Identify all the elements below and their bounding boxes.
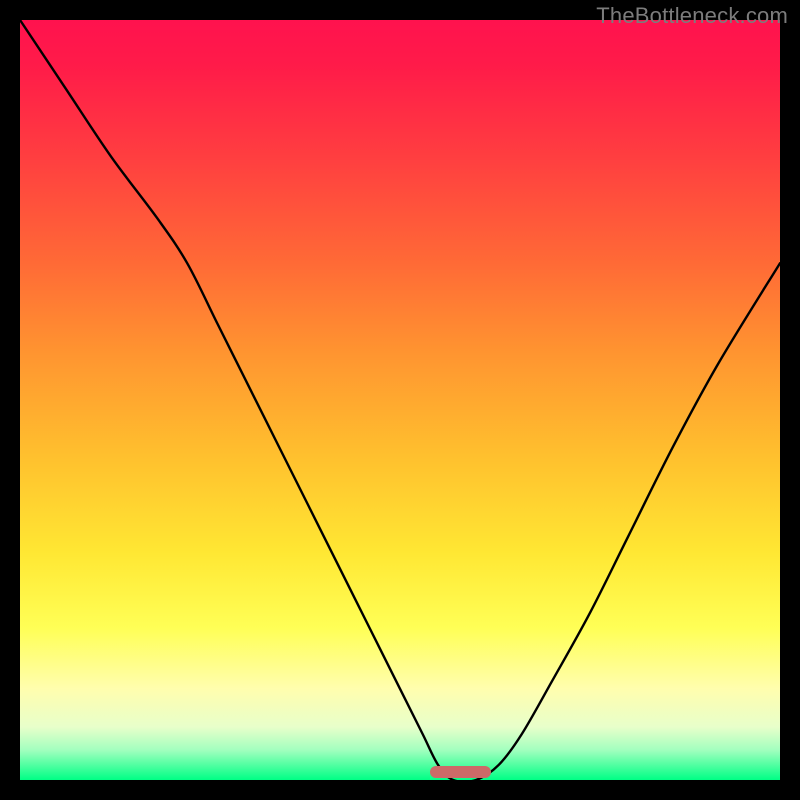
chart-stage: TheBottleneck.com bbox=[0, 0, 800, 800]
watermark-text: TheBottleneck.com bbox=[596, 3, 788, 29]
plot-area bbox=[20, 20, 780, 780]
curve-svg bbox=[20, 20, 780, 780]
bottleneck-curve bbox=[20, 20, 780, 780]
minimum-marker bbox=[430, 766, 491, 778]
